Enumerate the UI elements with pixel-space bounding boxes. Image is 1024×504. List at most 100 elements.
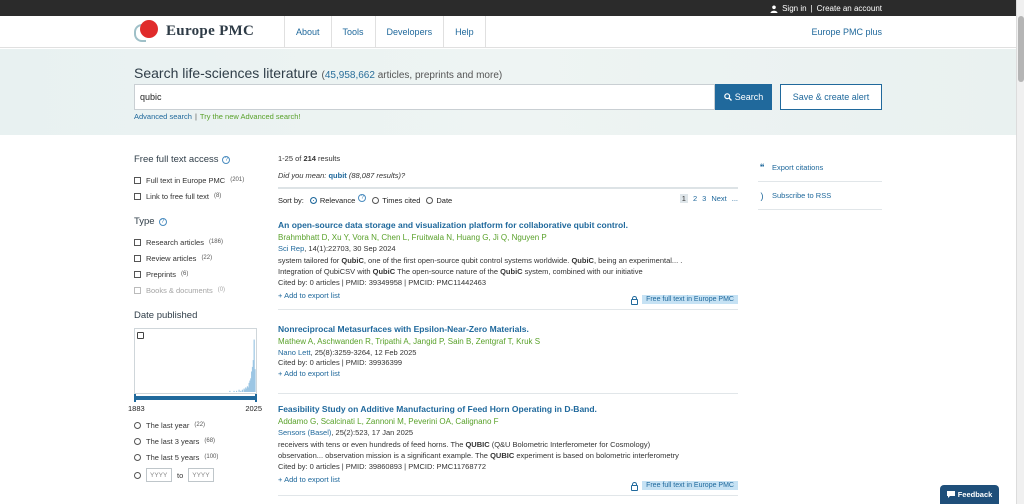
free-full-text-badge[interactable]: Free full text in Europe PMC bbox=[631, 481, 738, 491]
journal-link[interactable]: Sensors (Basel) bbox=[278, 428, 331, 437]
histogram-bar bbox=[238, 389, 240, 392]
logo-text: Europe PMC bbox=[166, 22, 255, 39]
filter-full-text-europe-pmc[interactable]: Full text in Europe PMC (201) bbox=[134, 172, 259, 188]
range-end-handle[interactable] bbox=[255, 394, 257, 402]
open-lock-icon bbox=[631, 295, 639, 305]
article-cited-by: Cited by: 0 articles | PMID: 39349958 | … bbox=[278, 278, 487, 287]
try-new-advanced-search-link[interactable]: Try the new Advanced search! bbox=[200, 112, 301, 121]
main-nav: About Tools Developers Help bbox=[284, 16, 486, 48]
date-published-filter: Date published 1883 2025 The last year (2… bbox=[128, 310, 262, 485]
filter-research-articles[interactable]: Research articles (186) bbox=[134, 234, 259, 250]
top-bar: Sign in | Create an account bbox=[0, 0, 1016, 16]
scrollbar-thumb[interactable] bbox=[1018, 16, 1024, 82]
sort-times-cited-radio[interactable] bbox=[372, 197, 380, 204]
feedback-button[interactable]: Feedback bbox=[940, 485, 999, 504]
type-title: Type bbox=[134, 216, 155, 227]
article-journal: Sensors (Basel), 25(2):523, 17 Jan 2025 bbox=[278, 428, 414, 437]
page-more[interactable]: ... bbox=[732, 194, 738, 203]
filter-review-articles[interactable]: Review articles (22) bbox=[134, 250, 259, 266]
filter-last-3-years[interactable]: The last 3 years (68) bbox=[134, 433, 259, 449]
export-citations-link[interactable]: ❝ Export citations bbox=[758, 154, 882, 182]
filter-last-year[interactable]: The last year (22) bbox=[134, 417, 259, 433]
filter-books-documents: Books & documents (0) bbox=[134, 282, 259, 298]
nav-about[interactable]: About bbox=[284, 16, 331, 48]
help-icon[interactable]: ? bbox=[158, 217, 167, 226]
user-icon bbox=[770, 5, 778, 13]
rss-icon: ) bbox=[760, 190, 764, 201]
advanced-links-separator: | bbox=[194, 112, 197, 121]
page-title: Search life-sciences literature (45,958,… bbox=[134, 65, 502, 81]
sort-relevance-label[interactable]: Relevance bbox=[320, 196, 355, 205]
histogram-bar bbox=[240, 390, 242, 392]
free-full-text-badge[interactable]: Free full text in Europe PMC bbox=[631, 295, 738, 305]
filter-custom-range[interactable]: YYYY to YYYY bbox=[134, 465, 259, 485]
help-icon[interactable]: ? bbox=[222, 155, 231, 164]
range-start-handle[interactable] bbox=[134, 394, 136, 402]
histogram-bar bbox=[254, 369, 256, 392]
checkbox[interactable] bbox=[134, 270, 141, 278]
result-item: Feasibility Study on Additive Manufactur… bbox=[278, 404, 738, 496]
checkbox[interactable] bbox=[134, 192, 141, 200]
checkbox[interactable] bbox=[134, 254, 141, 262]
create-account-link[interactable]: Create an account bbox=[817, 4, 882, 13]
article-title[interactable]: Feasibility Study on Additive Manufactur… bbox=[278, 404, 738, 414]
subscribe-rss-link[interactable]: ) Subscribe to RSS bbox=[758, 182, 882, 210]
article-journal: Sci Rep, 14(1):22703, 30 Sep 2024 bbox=[278, 244, 396, 253]
filters-sidebar: Free full text access? Full text in Euro… bbox=[128, 154, 262, 497]
date-range-slider[interactable] bbox=[134, 394, 257, 408]
sort-date-radio[interactable] bbox=[426, 197, 434, 204]
page-scrollbar[interactable] bbox=[1016, 0, 1024, 504]
filter-preprints[interactable]: Preprints (6) bbox=[134, 266, 259, 282]
add-to-export-list[interactable]: + Add to export list bbox=[278, 369, 738, 378]
page-3[interactable]: 3 bbox=[702, 194, 706, 203]
sort-times-cited-label[interactable]: Times cited bbox=[382, 196, 420, 205]
filter-last-5-years[interactable]: The last 5 years (100) bbox=[134, 449, 259, 465]
search-button[interactable]: Search bbox=[715, 84, 772, 110]
europe-pmc-logo[interactable]: Europe PMC bbox=[134, 18, 254, 44]
free-full-text-filter: Free full text access? Full text in Euro… bbox=[134, 154, 259, 204]
article-journal: Nano Lett, 25(8):3259-3264, 12 Feb 2025 bbox=[278, 348, 417, 357]
radio[interactable] bbox=[134, 421, 141, 429]
result-item: Nonreciprocal Metasurfaces with Epsilon-… bbox=[278, 324, 738, 394]
search-button-label: Search bbox=[734, 92, 764, 102]
sign-in-link[interactable]: Sign in bbox=[782, 4, 806, 13]
checkbox[interactable] bbox=[134, 238, 141, 246]
did-you-mean: Did you mean: qubit (88,087 results)? bbox=[278, 171, 406, 180]
advanced-search-links: Advanced search | Try the new Advanced sea… bbox=[134, 112, 301, 121]
results-list: 1-25 of 214 results Did you mean: qubit … bbox=[278, 154, 738, 496]
year-from-input[interactable]: YYYY bbox=[146, 468, 172, 482]
save-create-alert-button[interactable]: Save & create alert bbox=[780, 84, 882, 110]
nav-developers[interactable]: Developers bbox=[374, 16, 444, 48]
sort-date-label[interactable]: Date bbox=[436, 196, 452, 205]
filter-link-free-full-text[interactable]: Link to free full text (8) bbox=[134, 188, 259, 204]
range-track bbox=[134, 396, 257, 400]
article-title[interactable]: Nonreciprocal Metasurfaces with Epsilon-… bbox=[278, 324, 738, 334]
help-icon[interactable]: ? bbox=[358, 194, 367, 202]
page-2[interactable]: 2 bbox=[693, 194, 697, 203]
page-next[interactable]: Next bbox=[711, 194, 726, 203]
checkbox[interactable] bbox=[134, 176, 141, 184]
logo-mark-icon bbox=[134, 18, 160, 44]
sort-relevance-radio[interactable] bbox=[309, 197, 317, 204]
suggestion-link[interactable]: qubit bbox=[328, 171, 346, 180]
article-count: (45,958,662 articles, preprints and more… bbox=[321, 70, 503, 81]
year-to-input[interactable]: YYYY bbox=[188, 468, 215, 482]
histogram-bar bbox=[229, 390, 231, 392]
journal-link[interactable]: Sci Rep bbox=[278, 244, 304, 253]
journal-link[interactable]: Nano Lett bbox=[278, 348, 311, 357]
to-label: to bbox=[177, 470, 184, 480]
type-filter: Type? Research articles (186) Review arti… bbox=[134, 216, 259, 298]
page-1[interactable]: 1 bbox=[679, 194, 688, 203]
radio[interactable] bbox=[134, 437, 141, 445]
nav-help[interactable]: Help bbox=[443, 16, 486, 48]
europe-pmc-plus-link[interactable]: Europe PMC plus bbox=[811, 27, 882, 37]
article-title[interactable]: An open-source data storage and visualiz… bbox=[278, 220, 738, 230]
article-cited-by: Cited by: 0 articles | PMID: 39860893 | … bbox=[278, 462, 487, 471]
advanced-search-link[interactable]: Advanced search bbox=[134, 112, 192, 121]
article-cited-by: Cited by: 0 articles | PMID: 39936399 bbox=[278, 358, 403, 367]
search-input[interactable] bbox=[134, 84, 715, 110]
radio[interactable] bbox=[134, 453, 141, 461]
radio[interactable] bbox=[134, 471, 141, 479]
quote-icon: ❝ bbox=[759, 162, 765, 172]
nav-tools[interactable]: Tools bbox=[330, 16, 375, 48]
